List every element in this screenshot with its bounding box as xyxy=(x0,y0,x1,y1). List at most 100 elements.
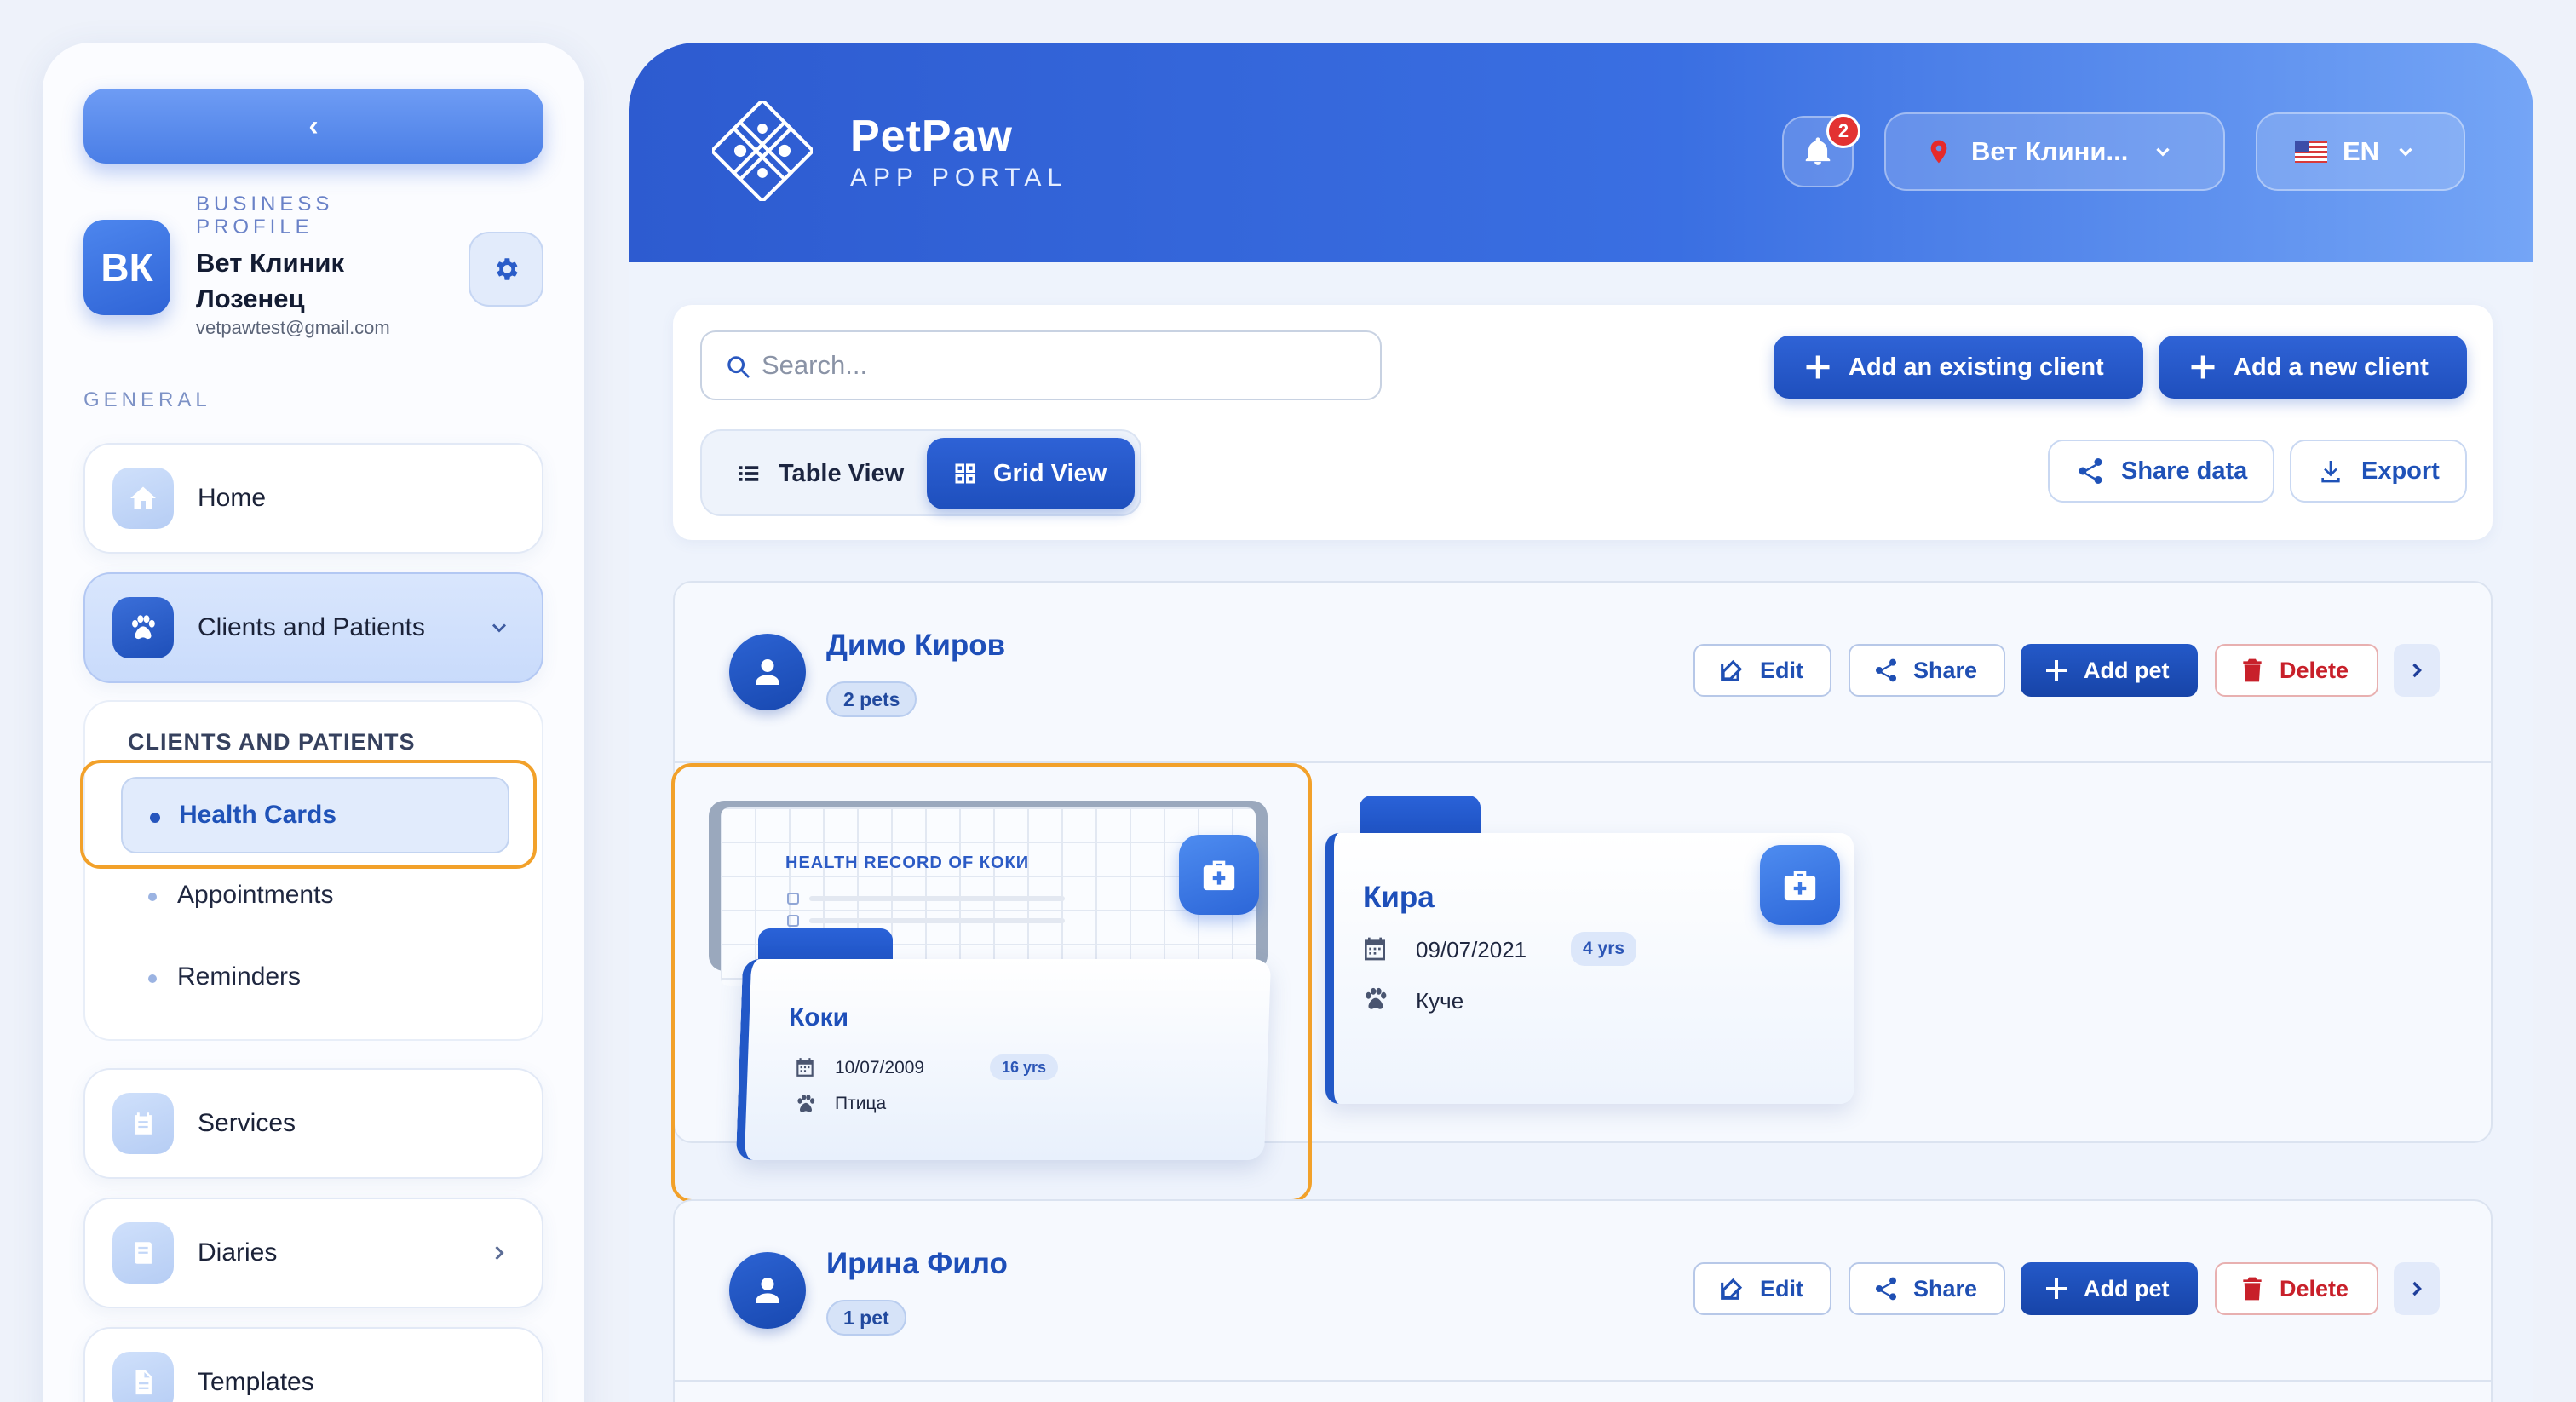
plus-icon xyxy=(1806,355,1830,379)
submenu-item-health-cards[interactable]: Health Cards xyxy=(121,777,509,853)
nav-services-label: Services xyxy=(198,1109,296,1137)
business-name: Вет Клиник Лозенец xyxy=(196,248,344,313)
pet-birthdate: 09/07/2021 xyxy=(1416,937,1527,962)
nav-templates[interactable]: Templates xyxy=(83,1327,543,1402)
export-label: Export xyxy=(2361,457,2440,485)
toolbar: Table View Grid View Add an existing cli… xyxy=(673,305,2493,540)
delete-label: Delete xyxy=(2280,1275,2349,1301)
nav-templates-label: Templates xyxy=(198,1368,314,1396)
notification-count-badge: 2 xyxy=(1826,114,1860,148)
share-data-button[interactable]: Share data xyxy=(2048,440,2274,503)
submenu-item-reminders[interactable]: Reminders xyxy=(177,962,301,991)
location-pin-icon xyxy=(1930,140,1947,164)
export-button[interactable]: Export xyxy=(2290,440,2467,503)
chevron-right-icon xyxy=(2412,663,2422,678)
pet-species: Куче xyxy=(1416,988,1464,1014)
sidebar: ‹ ВК BUSINESS PROFILE Вет Клиник Лозенец… xyxy=(43,43,584,1402)
bullet-dot xyxy=(148,974,157,983)
search-input[interactable] xyxy=(762,350,1358,381)
petpaw-logo-icon xyxy=(712,101,813,201)
search-icon xyxy=(727,356,750,379)
language-selector[interactable]: EN xyxy=(2256,112,2465,191)
share-icon xyxy=(2079,458,2102,484)
plus-icon xyxy=(2191,355,2215,379)
delete-client-button[interactable]: Delete xyxy=(2215,1262,2378,1315)
add-pet-button[interactable]: Add pet xyxy=(2021,1262,2198,1315)
chevron-down-icon xyxy=(2156,147,2170,157)
pet-card-kira[interactable]: Кира 09/07/2021 4 yrs Куче xyxy=(1325,796,1854,1104)
expand-client-button[interactable] xyxy=(2394,1262,2440,1315)
share-data-label: Share data xyxy=(2121,457,2248,485)
user-icon xyxy=(729,1252,806,1329)
share-client-button[interactable]: Share xyxy=(1849,644,2005,697)
language-code: EN xyxy=(2343,136,2380,166)
download-icon xyxy=(2321,461,2340,483)
main-panel: PetPaw APP PORTAL 2 Вет Клини... EN Sear… xyxy=(629,43,2533,1402)
add-new-client-label: Add a new client xyxy=(2234,353,2429,381)
gear-icon xyxy=(497,258,518,280)
add-pet-button[interactable]: Add pet xyxy=(2021,644,2198,697)
medical-kit-icon[interactable] xyxy=(1760,845,1840,925)
user-icon xyxy=(729,634,806,710)
edit-icon xyxy=(1721,1278,1743,1300)
client-header: Ирина Фило 1 pet Edit Share Add pet Dele… xyxy=(675,1201,2491,1382)
edit-label: Edit xyxy=(1760,657,1803,683)
book-icon xyxy=(112,1222,174,1284)
business-avatar: ВК xyxy=(83,220,170,315)
plus-icon xyxy=(2046,1278,2067,1299)
submenu-item-appointments[interactable]: Appointments xyxy=(177,881,333,910)
grid-icon xyxy=(955,463,975,484)
plus-icon xyxy=(2046,660,2067,681)
nav-clients-and-patients[interactable]: Clients and Patients xyxy=(83,572,543,683)
highlight-outline xyxy=(671,763,1312,1203)
paw-icon xyxy=(112,597,174,658)
clinic-selector[interactable]: Вет Клини... xyxy=(1884,112,2225,191)
edit-label: Edit xyxy=(1760,1275,1803,1301)
add-existing-client-label: Add an existing client xyxy=(1849,353,2104,381)
edit-client-button[interactable]: Edit xyxy=(1693,1262,1831,1315)
view-toggle: Table View Grid View xyxy=(700,429,1141,516)
add-new-client-button[interactable]: Add a new client xyxy=(2159,336,2467,399)
nav-diaries-label: Diaries xyxy=(198,1238,278,1267)
share-client-button[interactable]: Share xyxy=(1849,1262,2005,1315)
list-icon xyxy=(739,466,759,481)
client-name[interactable]: Ирина Фило xyxy=(826,1247,1008,1281)
search-box xyxy=(700,330,1382,400)
table-view-button[interactable]: Table View xyxy=(710,438,929,509)
clipboard-icon xyxy=(112,1093,174,1154)
pets-count-badge: 2 pets xyxy=(826,681,917,717)
delete-label: Delete xyxy=(2280,657,2349,683)
nav-clients-label: Clients and Patients xyxy=(198,613,425,641)
home-icon xyxy=(112,468,174,529)
nav-services[interactable]: Services xyxy=(83,1068,543,1179)
notifications-button[interactable]: 2 xyxy=(1782,114,1860,187)
app-header: PetPaw APP PORTAL 2 Вет Клини... EN xyxy=(629,43,2533,262)
business-profile-label: BUSINESS PROFILE xyxy=(196,192,334,238)
grid-view-label: Grid View xyxy=(993,459,1107,487)
expand-client-button[interactable] xyxy=(2394,644,2440,697)
trash-icon xyxy=(2243,658,2262,682)
add-pet-label: Add pet xyxy=(2084,1275,2170,1301)
us-flag-icon xyxy=(2295,141,2327,163)
nav-home[interactable]: Home xyxy=(83,443,543,554)
chevron-right-icon xyxy=(2412,1281,2422,1296)
clinic-name: Вет Клини... xyxy=(1971,136,2129,166)
pet-name: Кира xyxy=(1363,881,1435,914)
document-icon xyxy=(112,1352,174,1402)
grid-view-button[interactable]: Grid View xyxy=(927,438,1135,509)
share-icon xyxy=(1876,658,1896,682)
calendar-icon xyxy=(1365,937,1385,961)
client-name[interactable]: Димо Киров xyxy=(826,629,1005,663)
table-view-label: Table View xyxy=(779,459,905,487)
delete-client-button[interactable]: Delete xyxy=(2215,644,2378,697)
chevron-left-icon: ‹ xyxy=(308,109,319,142)
edit-client-button[interactable]: Edit xyxy=(1693,644,1831,697)
nav-diaries[interactable]: Diaries xyxy=(83,1198,543,1308)
chevron-down-icon xyxy=(2399,147,2412,157)
sidebar-collapse-button[interactable]: ‹ xyxy=(83,89,543,164)
profile-settings-button[interactable] xyxy=(469,232,543,307)
add-existing-client-button[interactable]: Add an existing client xyxy=(1774,336,2143,399)
client-card: Ирина Фило 1 pet Edit Share Add pet Dele… xyxy=(673,1199,2493,1402)
trash-icon xyxy=(2243,1277,2262,1301)
nav-home-label: Home xyxy=(198,484,267,512)
